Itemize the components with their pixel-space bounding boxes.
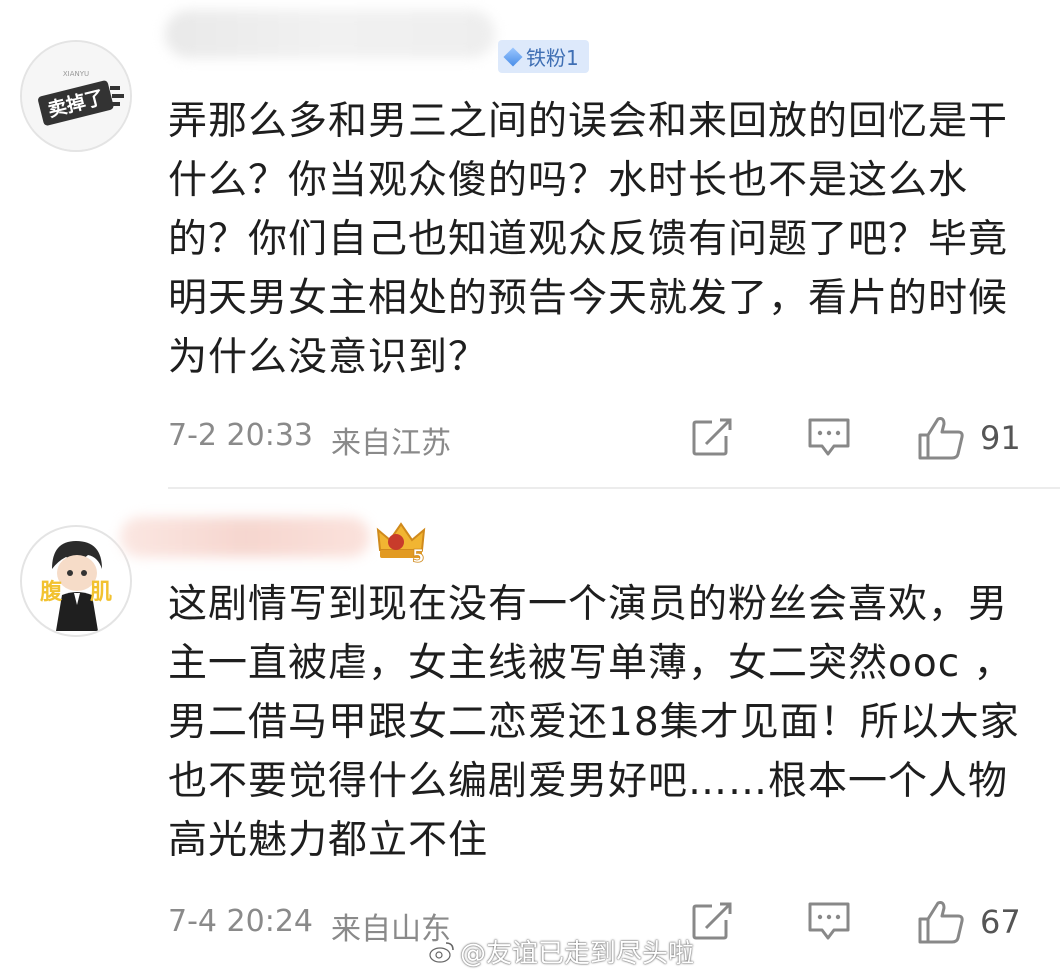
avatar-cartoon-icon: 腹 肌: [22, 527, 130, 635]
avatar[interactable]: XIANYU 卖掉了: [20, 40, 132, 152]
comment-icon: [808, 902, 850, 940]
share-icon: [692, 902, 732, 940]
thumbs-up-icon: [918, 417, 964, 460]
comment-button[interactable]: [806, 414, 852, 462]
comment-meta: 7-2 20:33 来自江苏: [168, 418, 451, 462]
watermark-text: @友谊已走到尽头啦: [460, 939, 695, 969]
avatar-logo-icon: XIANYU 卖掉了: [22, 42, 130, 150]
like-count: 91: [980, 419, 1021, 457]
avatar-text-right: 肌: [90, 580, 112, 605]
comment-time: 7-2 20:33: [168, 418, 313, 453]
weibo-logo-icon: [429, 941, 454, 963]
comment-text: 弄那么多和男三之间的误会和来回放的回忆是干什么？你当观众傻的吗？水时长也不是这么…: [168, 99, 1009, 380]
diamond-icon: [503, 46, 523, 67]
comment-button[interactable]: [806, 898, 852, 946]
comment-meta: 7-4 20:24 来自山东: [168, 904, 451, 948]
share-button[interactable]: [690, 414, 734, 462]
like-button[interactable]: 67: [916, 898, 1021, 946]
divider: [168, 487, 1060, 489]
watermark: @友谊已走到尽头啦: [428, 933, 694, 970]
comment-location: 来自江苏: [331, 426, 451, 461]
comment-item: 腹 肌 5 这剧情写到现在没有一个演员的粉丝会喜欢，男主一直被虐，女主线被写单薄…: [0, 487, 1060, 976]
like-button[interactable]: 91: [916, 414, 1021, 462]
vip-level: 5: [412, 546, 425, 564]
avatar[interactable]: 腹 肌: [20, 525, 132, 637]
share-icon: [692, 418, 732, 456]
avatar-text-left: 腹: [40, 579, 63, 605]
thumbs-up-icon: [918, 901, 964, 944]
username-blurred[interactable]: [165, 10, 495, 58]
like-count: 67: [980, 903, 1021, 941]
vip-crown-icon: 5: [376, 522, 426, 564]
comment-text: 这剧情写到现在没有一个演员的粉丝会喜欢，男主一直被虐，女主线被写单薄，女二突然o…: [168, 582, 1020, 863]
fan-badge-label: 铁粉1: [526, 46, 579, 70]
share-button[interactable]: [690, 898, 734, 946]
comment-time: 7-4 20:24: [168, 904, 313, 939]
avatar-small-text: XIANYU: [63, 70, 89, 78]
username-blurred[interactable]: [120, 517, 370, 557]
comment-icon: [808, 418, 850, 456]
fan-badge: 铁粉1: [498, 40, 589, 73]
comment-item: XIANYU 卖掉了 铁粉1 弄那么多和男三之间的误会和来回放的回忆是干什么？你…: [0, 0, 1060, 487]
